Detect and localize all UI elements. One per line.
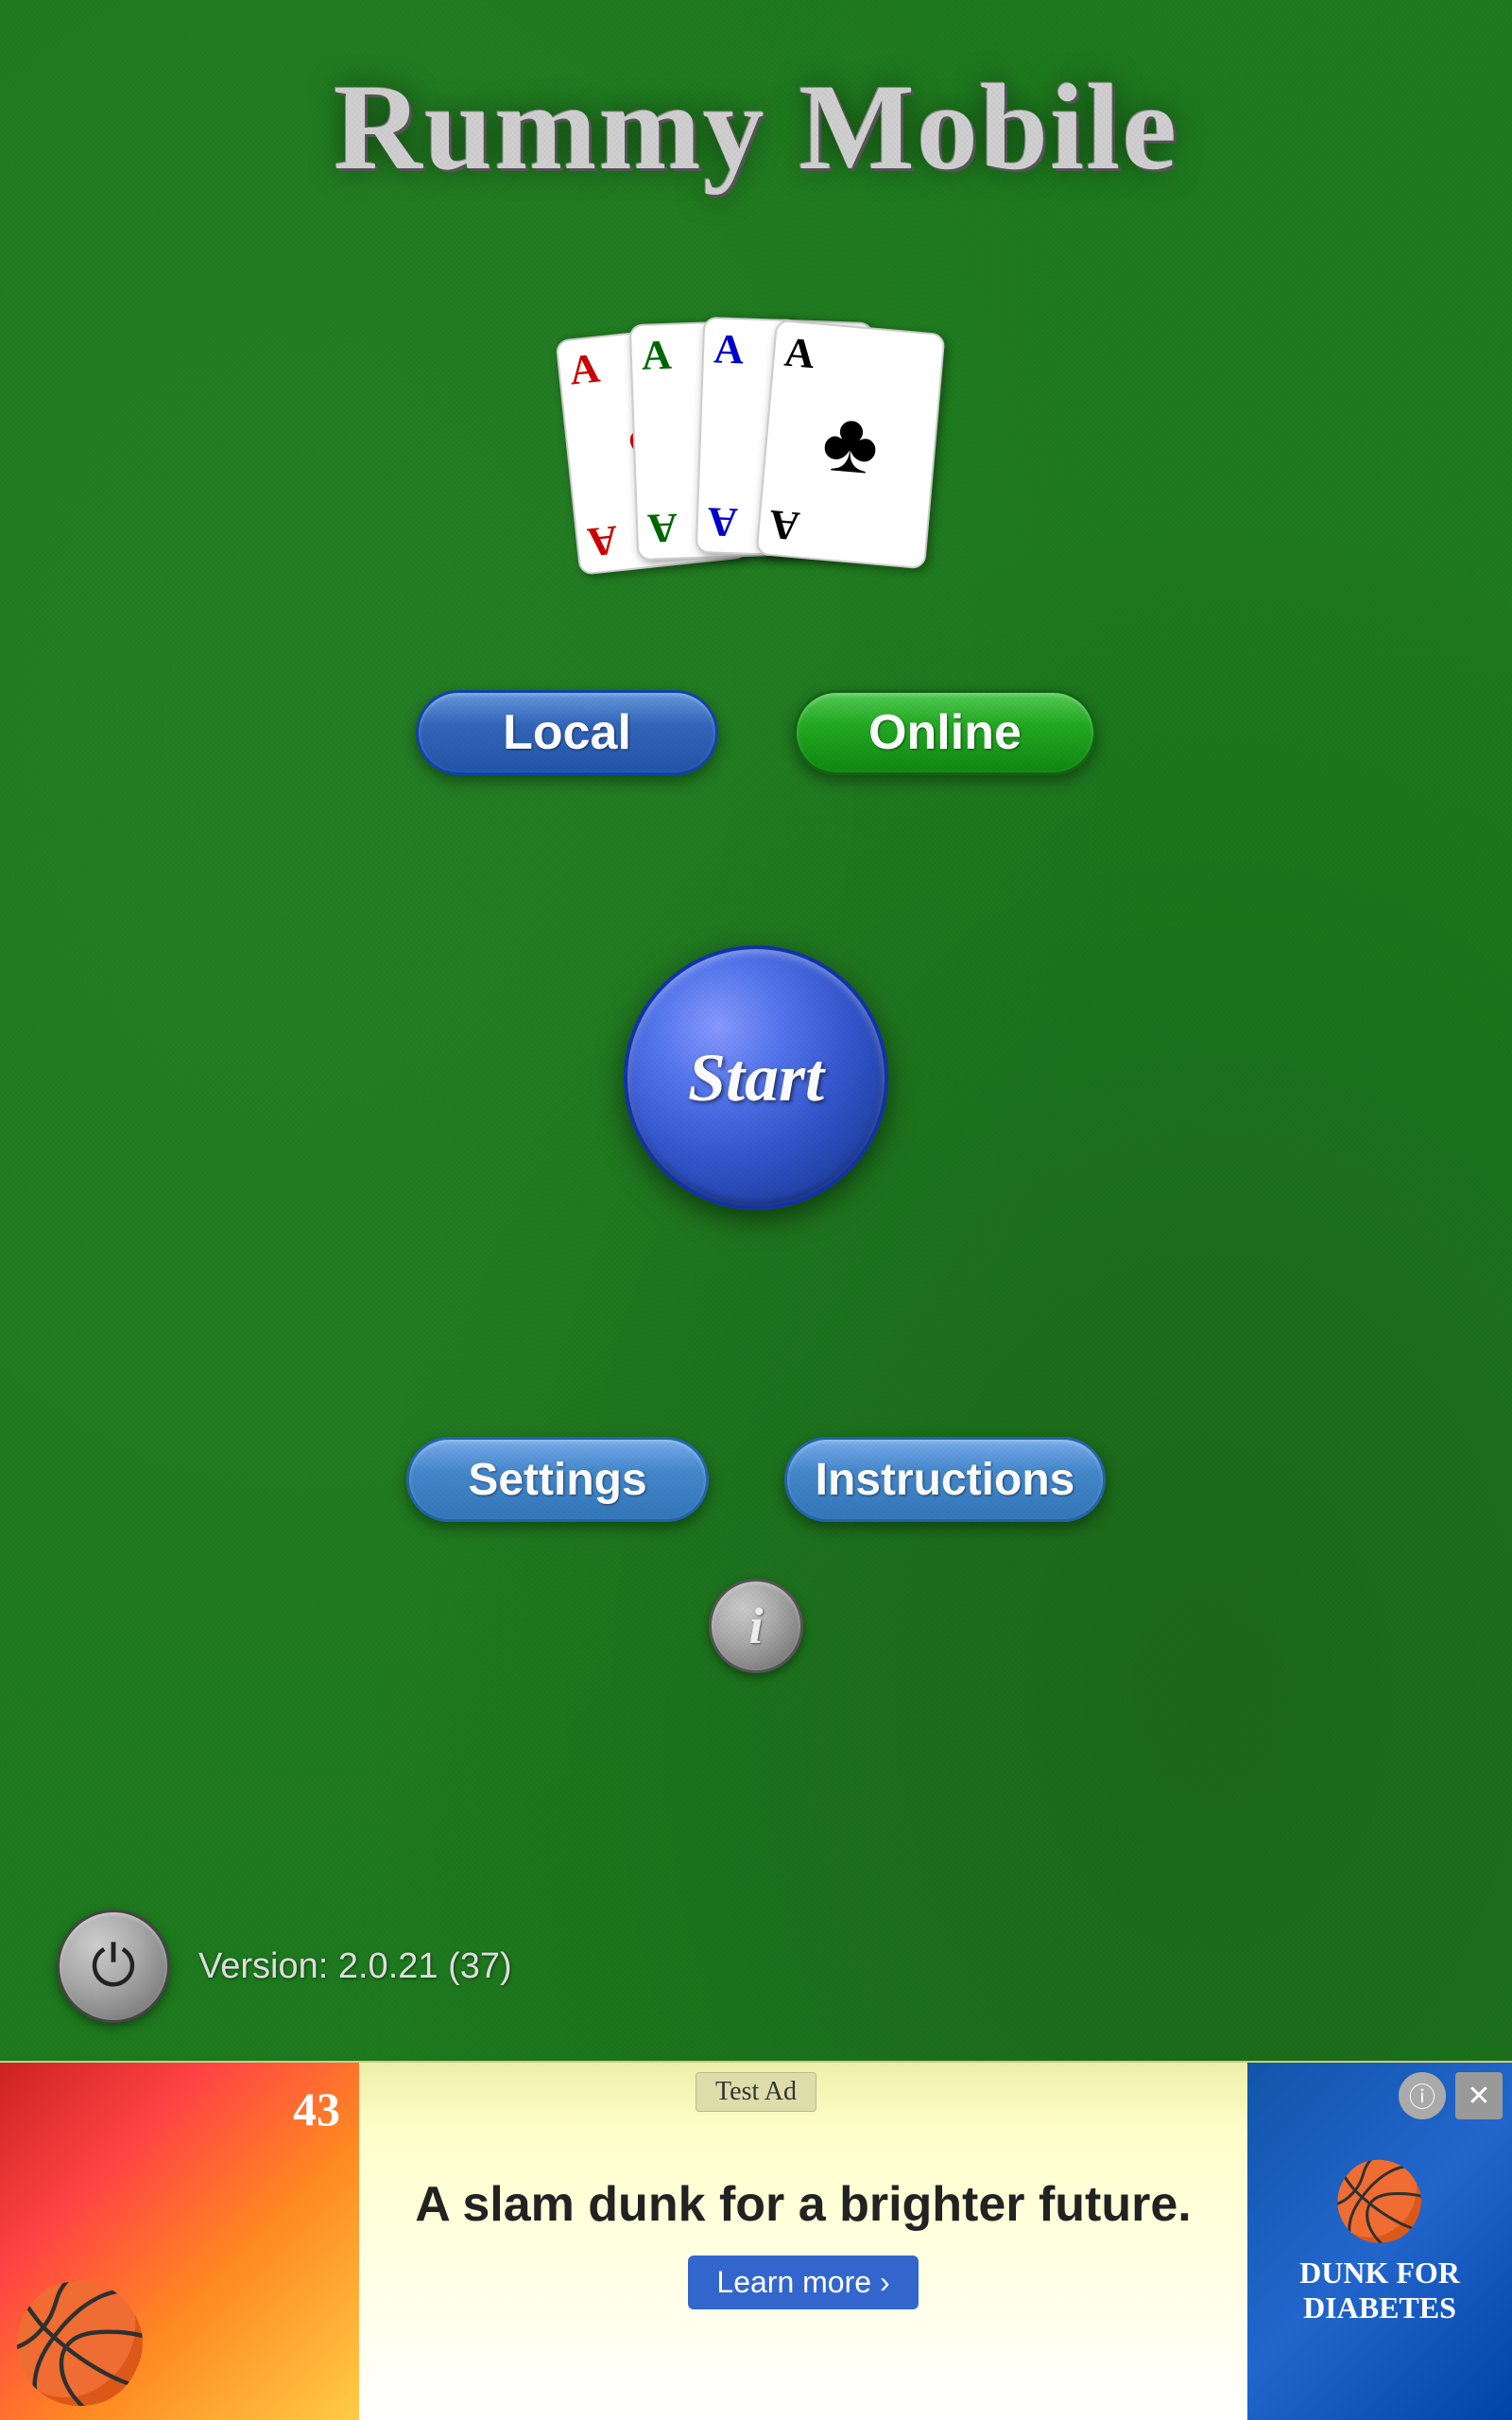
ad-logo-text: DUNK FORDIABETES: [1299, 2256, 1460, 2325]
ad-close-button[interactable]: ✕: [1455, 2072, 1503, 2119]
ad-headline: A slam dunk for a brighter future.: [378, 2173, 1228, 2238]
power-button[interactable]: ⏻: [57, 1910, 170, 2023]
bottom-section: ⏻ Version: 2.0.21 (37): [0, 1910, 512, 2023]
ad-logo-icon: 🏀: [1332, 2157, 1427, 2246]
ad-image: [0, 2063, 359, 2420]
settings-button[interactable]: Settings: [406, 1437, 709, 1522]
version-text: Version: 2.0.21 (37): [198, 1946, 512, 1987]
card-rank-bottom: A: [767, 503, 918, 557]
ad-test-label: Test Ad: [696, 2072, 816, 2112]
ad-text-section: A slam dunk for a brighter future. Learn…: [359, 2154, 1247, 2329]
settings-row: Settings Instructions: [0, 1437, 1512, 1522]
app-title: Rummy Mobile: [0, 0, 1512, 199]
cards-illustration: A ♥ A A ♦ A A ♦ A A ♣ A: [0, 312, 1512, 596]
info-button[interactable]: i: [709, 1579, 803, 1673]
card-rank-top: A: [782, 332, 933, 386]
card-clubs: A ♣ A: [755, 320, 945, 570]
local-button[interactable]: Local: [416, 690, 718, 775]
start-button[interactable]: Start: [624, 945, 888, 1210]
mode-buttons-row: Local Online: [0, 690, 1512, 775]
online-button[interactable]: Online: [794, 690, 1096, 775]
info-section: i: [0, 1579, 1512, 1673]
card-suit-large: ♣: [773, 395, 927, 493]
ad-info-icon[interactable]: ⓘ: [1399, 2072, 1446, 2119]
ad-learn-more-link[interactable]: Learn more ›: [688, 2256, 918, 2309]
ad-banner: Test Ad A slam dunk for a brighter futur…: [0, 2061, 1512, 2420]
start-section: Start: [0, 945, 1512, 1210]
instructions-button[interactable]: Instructions: [784, 1437, 1106, 1522]
cards-container: A ♥ A A ♦ A A ♦ A A ♣ A: [567, 312, 945, 596]
